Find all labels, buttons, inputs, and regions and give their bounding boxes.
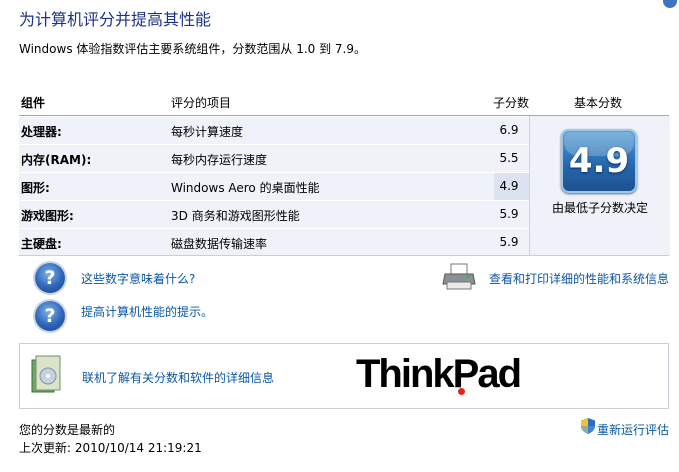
score-status: 您的分数是最新的 xyxy=(19,423,116,437)
thinkpad-logo-dot xyxy=(458,388,465,395)
rated-item: 磁盘数据传输速率 xyxy=(171,237,268,251)
printer-icon[interactable] xyxy=(442,262,476,292)
last-update: 上次更新: 2010/10/14 21:19:21 xyxy=(19,441,202,455)
column-header-basescore: 基本分数 xyxy=(574,96,623,110)
subscore: 4.9 xyxy=(499,179,519,193)
what-numbers-mean-link[interactable]: 这些数字意味着什么? xyxy=(81,270,195,287)
online-info-box: 联机了解有关分数和软件的详细信息 ThinkPad xyxy=(19,343,669,409)
column-header-component: 组件 xyxy=(21,96,46,110)
component-label: 游戏图形: xyxy=(21,209,74,223)
online-details-link[interactable]: 联机了解有关分数和软件的详细信息 xyxy=(82,369,274,386)
subscore: 6.9 xyxy=(499,123,519,137)
base-score-tile: 4.9 xyxy=(561,129,637,193)
rated-item: 每秒内存运行速度 xyxy=(171,153,268,167)
help-button[interactable] xyxy=(663,0,677,8)
page-title: 为计算机评分并提高其性能 xyxy=(19,10,212,29)
subscore: 5.9 xyxy=(499,207,519,221)
component-label: 处理器: xyxy=(21,125,62,139)
table-header: 组件 评分的项目 子分数 基本分数 xyxy=(19,89,669,116)
question-icon[interactable]: ? xyxy=(35,263,65,293)
subscore: 5.9 xyxy=(499,235,519,249)
component-label: 图形: xyxy=(21,181,50,195)
base-score-panel: 4.9 由最低子分数决定 xyxy=(529,116,670,255)
table-row: 游戏图形: 3D 商务和游戏图形性能 5.9 xyxy=(19,201,529,229)
rated-item: 3D 商务和游戏图形性能 xyxy=(171,209,300,223)
thinkpad-logo: ThinkPad xyxy=(356,352,522,396)
base-score-note: 由最低子分数决定 xyxy=(551,201,648,215)
score-table: 组件 评分的项目 子分数 基本分数 处理器: 每秒计算速度 6.9 内存(RAM… xyxy=(19,89,670,257)
table-row: 处理器: 每秒计算速度 6.9 xyxy=(19,117,529,145)
column-header-subscore: 子分数 xyxy=(493,96,530,110)
rated-item: Windows Aero 的桌面性能 xyxy=(171,181,320,195)
table-divider xyxy=(19,255,669,256)
subscore: 5.5 xyxy=(499,151,519,165)
rerun-assessment-link[interactable]: 重新运行评估 xyxy=(597,421,669,438)
component-label: 内存(RAM): xyxy=(21,153,92,167)
uac-shield-icon[interactable] xyxy=(581,418,595,434)
base-score-value: 4.9 xyxy=(568,141,630,181)
table-row: 主硬盘: 磁盘数据传输速率 5.9 xyxy=(19,229,529,257)
component-label: 主硬盘: xyxy=(21,237,62,251)
column-header-item: 评分的项目 xyxy=(171,96,232,110)
table-row: 内存(RAM): 每秒内存运行速度 5.5 xyxy=(19,145,529,173)
question-icon[interactable]: ? xyxy=(35,301,65,331)
table-row: 图形: Windows Aero 的桌面性能 4.9 xyxy=(19,173,529,201)
print-details-link[interactable]: 查看和打印详细的性能和系统信息 xyxy=(489,270,669,287)
software-box-icon xyxy=(31,355,61,393)
performance-tips-link[interactable]: 提高计算机性能的提示。 xyxy=(81,303,213,320)
page-subtitle: Windows 体验指数评估主要系统组件，分数范围从 1.0 到 7.9。 xyxy=(19,42,366,56)
rated-item: 每秒计算速度 xyxy=(171,125,244,139)
